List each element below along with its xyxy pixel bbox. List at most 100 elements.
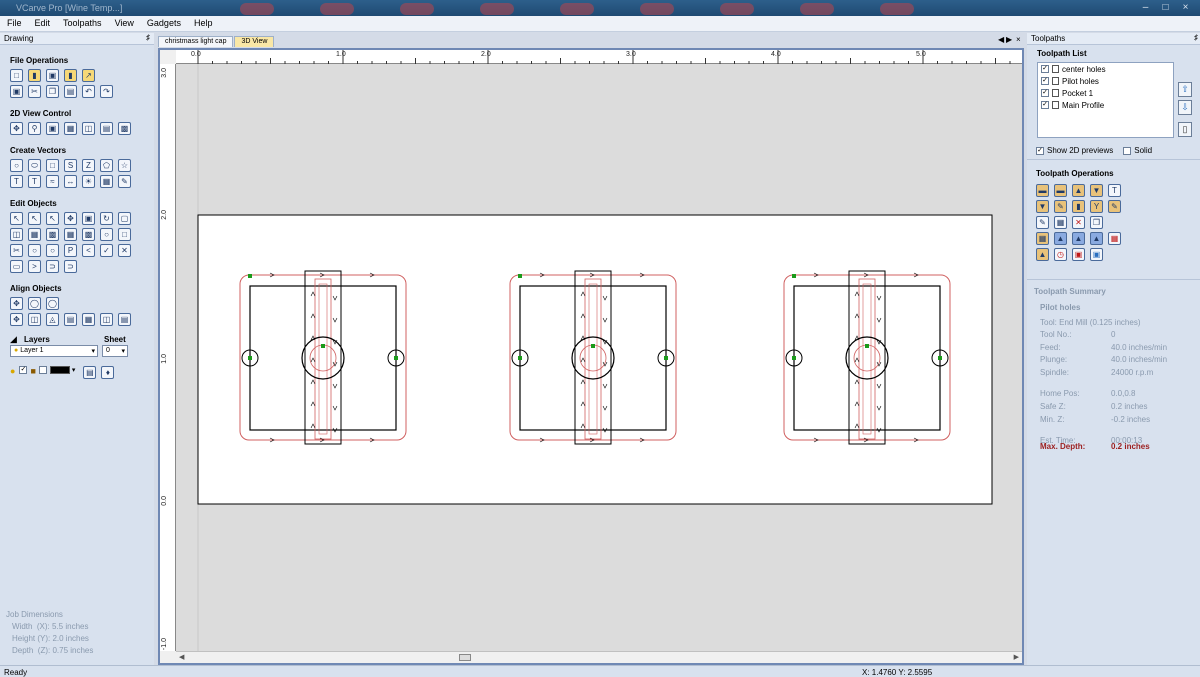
show-2d-previews-checkbox[interactable]: ✓ [1036,146,1044,155]
align-center-icon[interactable]: ✥ [10,297,23,310]
ungroup-icon[interactable]: ▦ [64,228,77,241]
pin-icon[interactable]: ♯ [146,33,150,42]
bracket-alt-icon[interactable]: ⊃ [46,260,59,273]
solid-checkbox[interactable] [1123,146,1132,155]
menu-gadgets[interactable]: Gadgets [140,16,187,31]
maximize-icon[interactable]: □ [1160,2,1171,13]
preview-all-icon[interactable]: ▲ [1072,232,1085,245]
join-icon[interactable]: ○ [100,228,113,241]
polyline-tool-icon[interactable]: Z [82,159,95,172]
scroll-thumb[interactable] [459,654,471,661]
start-marker[interactable] [792,356,796,360]
text-toolpath-icon[interactable]: T [1108,184,1121,197]
cross-icon[interactable]: ✕ [118,244,131,257]
moulding-toolpath-icon[interactable]: Y [1090,200,1103,213]
menu-help[interactable]: Help [187,16,219,31]
fillet-icon[interactable]: ☀ [82,175,95,188]
move-icon[interactable]: ✥ [64,212,77,225]
drilling-toolpath-icon[interactable]: ▲ [1072,184,1085,197]
save-icon[interactable]: ▣ [46,69,59,82]
distort-icon[interactable]: ▦ [28,228,41,241]
align-vcenter-icon[interactable]: ◯ [46,297,59,310]
offset-icon[interactable]: □ [118,228,131,241]
list-item[interactable]: ✓ Pilot holes [1038,75,1173,87]
move-down-icon[interactable]: ⇩ [1178,100,1192,115]
save-toolpath-icon[interactable]: ▣ [1072,248,1085,261]
texture-toolpath-icon[interactable]: ▦ [1054,216,1067,229]
pocket-toolpath-icon[interactable]: ▬ [1054,184,1067,197]
start-marker[interactable] [792,274,796,278]
curve-tool-icon[interactable]: S [64,159,77,172]
menu-file[interactable]: File [0,16,28,31]
menu-edit[interactable]: Edit [28,16,57,31]
dimension-icon[interactable]: ↔ [64,175,77,188]
scroll-right-icon[interactable]: ▶ [1014,653,1019,661]
job-setup-icon[interactable]: ▣ [10,85,23,98]
set-position-icon[interactable]: ▣ [82,212,95,225]
start-marker[interactable] [664,356,668,360]
toolpath-checkbox[interactable]: ✓ [1041,101,1049,109]
tab-close-icon[interactable]: × [1016,35,1021,44]
star-tool-icon[interactable]: ☆ [118,159,131,172]
bracket-right-icon[interactable]: > [28,260,41,273]
trim-icon[interactable]: ✂ [10,244,23,257]
weld-icon[interactable]: ▩ [82,228,95,241]
tab-next-icon[interactable]: ▶ [1006,35,1012,44]
align-top-icon[interactable]: ▤ [64,313,77,326]
horizontal-scrollbar[interactable]: ◀ ▶ [176,651,1022,663]
space-v-icon[interactable]: ▤ [118,313,131,326]
tab-icon[interactable]: ▭ [10,260,23,273]
material-setup-icon[interactable]: ▲ [1036,248,1049,261]
fit-curves-icon[interactable]: P [64,244,77,257]
menu-toolpaths[interactable]: Toolpaths [56,16,108,31]
dogbone-icon[interactable]: ⊃ [64,260,77,273]
align-right-icon[interactable]: ◬ [46,313,59,326]
close-icon[interactable]: × [1180,2,1191,13]
delete-icon[interactable]: ✕ [1072,216,1085,229]
draw-icon[interactable]: ✎ [118,175,131,188]
view-tile-icon[interactable]: ▤ [100,122,113,135]
ellipse-tool-icon[interactable]: ⬭ [28,159,41,172]
mirror-icon[interactable]: ◫ [10,228,23,241]
start-marker[interactable] [248,356,252,360]
align-hcenter-icon[interactable]: ◯ [28,297,41,310]
new-file-icon[interactable]: □ [10,69,23,82]
smooth-icon[interactable]: ✓ [100,244,113,257]
toolpath-checkbox[interactable]: ✓ [1041,65,1049,73]
save-all-toolpaths-icon[interactable]: ▣ [1090,248,1103,261]
rectangle-tool-icon[interactable]: □ [46,159,59,172]
start-marker[interactable] [394,356,398,360]
array-icon[interactable]: ▦ [100,175,113,188]
rotate-icon[interactable]: ↻ [100,212,113,225]
drawing-view[interactable]: 0.0 1.0 2.0 3.0 4.0 5.0 3.0 2.0 1.0 0.0 … [158,48,1024,665]
merge-toolpath-icon[interactable]: ▲ [1090,232,1103,245]
tab-prev-icon[interactable]: ◀ [998,35,1004,44]
start-marker[interactable] [321,344,325,348]
open-folder-alt-icon[interactable]: ▮ [64,69,77,82]
vcarve-toolpath-icon[interactable]: ▼ [1090,184,1103,197]
pan-icon[interactable]: ✥ [10,122,23,135]
subtract-icon[interactable]: ○ [28,244,41,257]
tab-christmass-light-cap[interactable]: christmass light cap [158,36,234,47]
node-edit-icon[interactable]: ↖ [28,212,41,225]
circle-tool-icon[interactable]: ○ [10,159,23,172]
interactive-select-icon[interactable]: ↖ [46,212,59,225]
select-icon[interactable]: ↖ [10,212,23,225]
text-on-curve-icon[interactable]: T [28,175,41,188]
quick-engrave-icon[interactable]: ✎ [1108,200,1121,213]
edit-toolpath-icon[interactable]: ✎ [1036,216,1049,229]
move-up-icon[interactable]: ⇧ [1178,82,1192,97]
paste-icon[interactable]: ▤ [64,85,77,98]
open-folder-icon[interactable]: ▮ [28,69,41,82]
zoom-box-icon[interactable]: ▣ [46,122,59,135]
toolpath-checkbox[interactable]: ✓ [1041,77,1049,85]
drawing-svg[interactable] [176,64,1022,651]
undo-icon[interactable]: ↶ [82,85,95,98]
cut-icon[interactable]: ✂ [28,85,41,98]
prism-toolpath-icon[interactable]: ▼ [1036,200,1049,213]
redo-icon[interactable]: ↷ [100,85,113,98]
toolpath-list[interactable]: ✓ center holes ✓ Pilot holes ✓ Pocket 1 ✓ Ma… [1037,62,1174,138]
import-icon[interactable]: ↗ [82,69,95,82]
delete-toolpath-icon[interactable]: ▯ [1178,122,1192,137]
start-marker[interactable] [591,344,595,348]
